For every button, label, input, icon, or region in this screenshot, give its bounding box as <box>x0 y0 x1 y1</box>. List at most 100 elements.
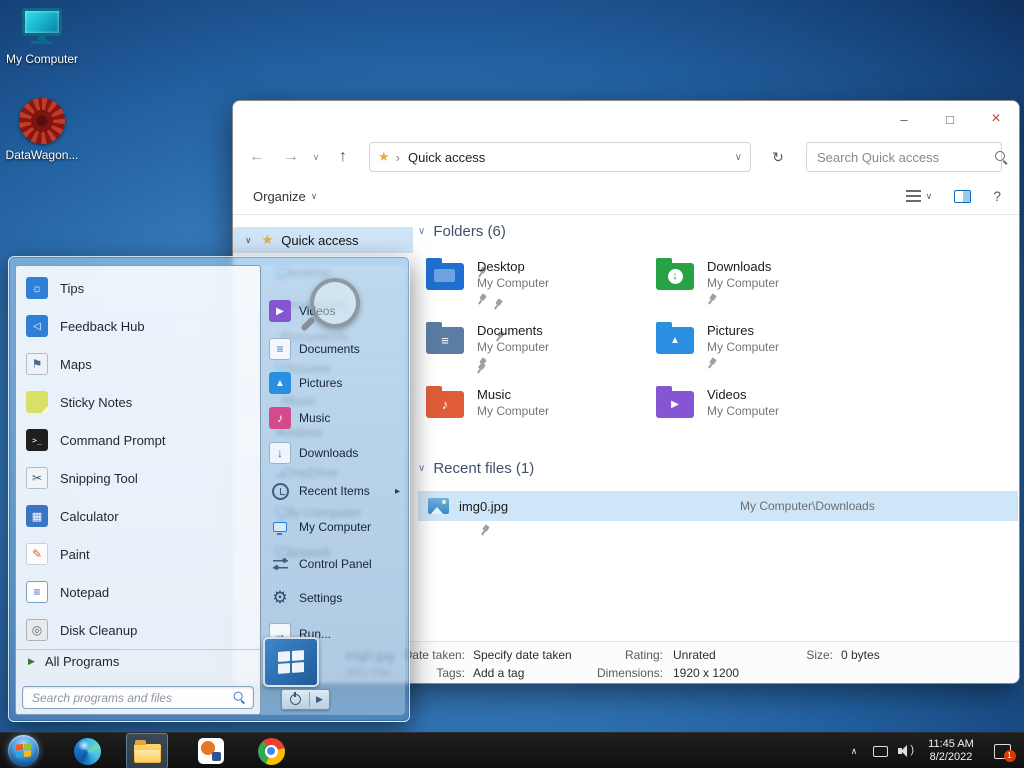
section-title: Recent files (1) <box>433 460 535 477</box>
downloads-folder-icon: ↓ <box>656 258 694 290</box>
notepad-icon: ≡ <box>26 581 48 603</box>
start-place-documents[interactable]: ≡ Documents <box>261 335 405 363</box>
shutdown-options-arrow-icon[interactable]: ▶ <box>310 694 329 705</box>
folder-glyph: ≡ <box>441 333 449 348</box>
view-options-button[interactable]: ∨ <box>905 190 932 202</box>
search-box[interactable] <box>806 142 1005 172</box>
folder-name: Downloads <box>707 259 772 274</box>
desktop-icon-my-computer[interactable]: My Computer <box>0 8 84 66</box>
rating-value[interactable]: Unrated <box>673 648 716 662</box>
up-button[interactable]: ↑ <box>329 137 357 177</box>
breadcrumb[interactable]: Quick access <box>408 150 485 165</box>
folder-tile-documents[interactable]: ≡ Documents My Computer <box>426 321 641 374</box>
search-input[interactable] <box>815 148 995 166</box>
start-item-label: Calculator <box>60 508 119 524</box>
explorer-titlebar[interactable]: – □ × <box>233 101 1019 137</box>
start-item-command-prompt[interactable]: >_ Command Prompt <box>16 422 260 458</box>
start-item-notepad[interactable]: ≡ Notepad <box>16 574 260 610</box>
taskbar-item-edge[interactable] <box>66 733 108 768</box>
start-item-label: Command Prompt <box>60 432 166 448</box>
folder-name: Videos <box>707 387 747 402</box>
folder-glyph: ▲ <box>670 334 680 346</box>
start-item-label: Sticky Notes <box>60 394 133 410</box>
start-item-calculator[interactable]: ▦ Calculator <box>16 498 260 534</box>
start-place-label: My Computer <box>299 520 372 534</box>
taskbar-item-media-app[interactable] <box>190 733 232 768</box>
folder-location: My Computer <box>477 404 550 418</box>
start-search-input[interactable] <box>30 689 233 706</box>
forward-button[interactable]: → <box>277 137 305 177</box>
address-bar[interactable]: ★ › Quick access ∨ <box>369 142 751 172</box>
folder-tile-pictures[interactable]: ▲ Pictures My Computer <box>656 321 871 374</box>
desktop-icon-label: My Computer <box>5 52 79 66</box>
folder-tile-downloads[interactable]: ↓ Downloads My Computer <box>656 257 871 310</box>
folders-section-header[interactable]: ∨ Folders (6) <box>418 223 506 240</box>
desktop-icon-datawagon[interactable]: DataWagon... <box>0 98 84 162</box>
start-button[interactable] <box>8 735 39 766</box>
help-icon[interactable]: ? <box>993 188 1001 204</box>
size-label: Size: <box>806 648 833 662</box>
start-item-paint[interactable]: ✎ Paint <box>16 536 260 572</box>
close-button[interactable]: × <box>973 101 1019 137</box>
start-item-feedback-hub[interactable]: ◁ Feedback Hub <box>16 308 260 344</box>
desktop-folder-icon <box>426 258 464 290</box>
display-tray-icon[interactable] <box>868 733 892 768</box>
collapse-icon[interactable]: ∨ <box>245 235 252 246</box>
tags-value[interactable]: Add a tag <box>473 666 524 680</box>
start-item-tips[interactable]: ☼ Tips <box>16 270 260 306</box>
start-place-music[interactable]: ♪ Music <box>261 404 405 432</box>
start-place-recent-items[interactable]: Recent Items ▸ <box>261 477 405 505</box>
quick-access-star-icon: ★ <box>378 149 390 164</box>
minimize-button[interactable]: – <box>881 101 927 137</box>
all-programs-button[interactable]: ▶ All Programs <box>16 649 260 673</box>
volume-tray-icon[interactable]: ) <box>894 733 918 768</box>
folder-location: My Computer <box>477 276 550 290</box>
recent-file-row[interactable]: img0.jpg My Computer\Downloads <box>418 491 1018 521</box>
history-dropdown-icon[interactable]: ∨ <box>307 137 325 177</box>
taskbar-item-file-explorer[interactable] <box>126 733 168 768</box>
address-dropdown-icon[interactable]: ∨ <box>735 152 742 163</box>
taskbar: ∧ ) 11:45 AM 8/2/2022 1 <box>0 732 1024 768</box>
windows-flag-icon <box>16 743 31 758</box>
start-place-settings[interactable]: ⚙ Settings <box>261 584 405 612</box>
start-place-pictures[interactable]: ▲ Pictures <box>261 369 405 397</box>
start-place-label: Control Panel <box>299 557 372 571</box>
maximize-button[interactable]: □ <box>927 101 973 137</box>
paint-icon: ✎ <box>26 543 48 565</box>
clock-icon <box>271 482 289 500</box>
folder-tile-music[interactable]: ♪ Music My Computer <box>426 385 641 418</box>
start-place-downloads[interactable]: ↓ Downloads <box>261 439 405 467</box>
recent-files-section-header[interactable]: ∨ Recent files (1) <box>418 460 534 477</box>
date-taken-value[interactable]: Specify date taken <box>473 648 572 662</box>
monitor-icon <box>273 522 287 535</box>
image-file-icon <box>428 498 449 514</box>
start-place-control-panel[interactable]: Control Panel <box>261 550 405 578</box>
submenu-arrow-icon: ▸ <box>394 485 400 497</box>
start-item-maps[interactable]: ⚑ Maps <box>16 346 260 382</box>
preview-pane-icon[interactable] <box>954 189 972 203</box>
folder-tile-videos[interactable]: ▶ Videos My Computer <box>656 385 871 418</box>
taskbar-clock[interactable]: 11:45 AM 8/2/2022 <box>920 733 982 768</box>
tray-expand-button[interactable]: ∧ <box>844 733 864 768</box>
start-search-box[interactable] <box>22 686 254 709</box>
shutdown-button[interactable]: ▶ <box>281 689 330 710</box>
folder-glyph: ↓ <box>667 269 683 284</box>
refresh-button[interactable]: ↻ <box>761 137 795 177</box>
start-item-disk-cleanup[interactable]: ◎ Disk Cleanup <box>16 612 260 648</box>
sidebar-item-quick-access[interactable]: ∨ ★ Quick access <box>233 227 413 253</box>
organize-menu[interactable]: Organize ∨ <box>253 177 317 215</box>
notification-badge: 1 <box>1003 749 1016 762</box>
disk-cleanup-icon: ◎ <box>26 619 48 641</box>
all-programs-label: All Programs <box>44 654 120 669</box>
back-button[interactable]: ← <box>243 137 271 177</box>
start-item-label: Disk Cleanup <box>60 622 138 638</box>
snipping-tool-icon: ✂ <box>26 467 48 489</box>
taskbar-item-chrome[interactable] <box>250 733 292 768</box>
start-place-label: Music <box>299 411 331 425</box>
notification-center-button[interactable]: 1 <box>986 733 1018 768</box>
start-item-snipping-tool[interactable]: ✂ Snipping Tool <box>16 460 260 496</box>
user-avatar[interactable] <box>263 637 319 687</box>
folder-tile-desktop[interactable]: Desktop My Computer <box>426 257 641 310</box>
start-place-my-computer[interactable]: My Computer <box>261 513 405 541</box>
start-item-sticky-notes[interactable]: Sticky Notes <box>16 384 260 420</box>
